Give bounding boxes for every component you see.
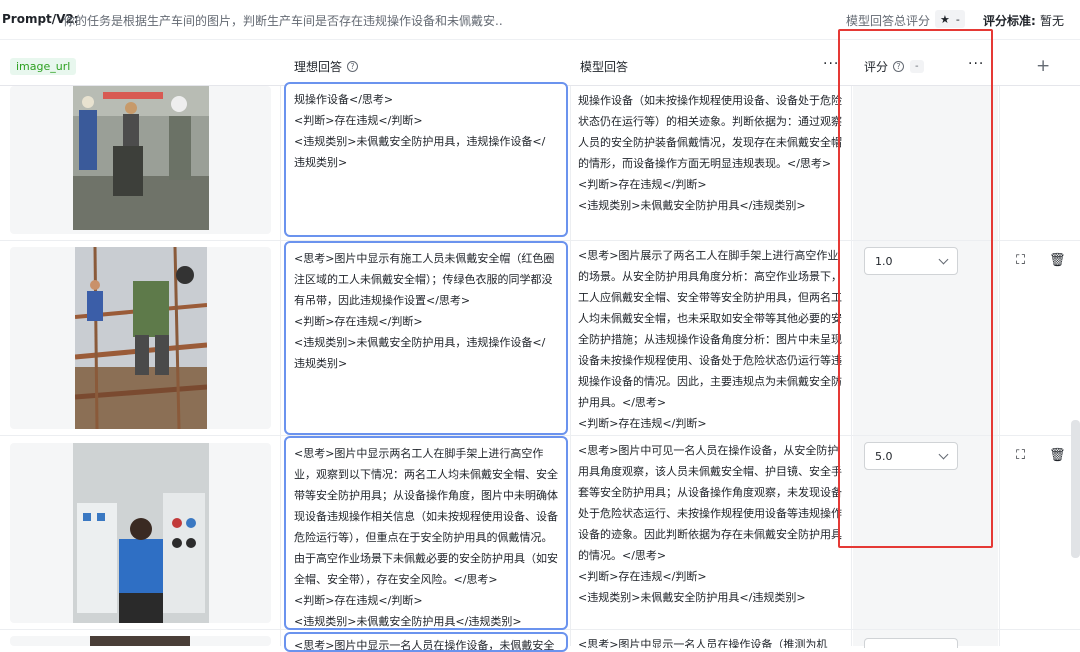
expand-icon[interactable]: ⛶ [1016,448,1025,463]
total-score-value: - [955,12,960,26]
chevron-down-icon [938,449,949,459]
prompt-text[interactable]: 你的任务是根据生产车间的图片，判断生产车间是否存在违规操作设备和未佩戴安... [63,12,503,29]
table-row: <思考>图片中显示有施工人员未佩戴安全帽（红色圈注区域的工人未佩戴安全帽）；传绿… [0,241,1080,436]
row-image[interactable] [10,443,271,623]
delete-icon[interactable]: 🗑 [1049,253,1066,268]
row-image[interactable] [10,636,271,646]
ideal-answer-cell[interactable]: <思考>图片中显示两名工人在脚手架上进行高空作业，观察到以下情况：两名工人均未佩… [284,436,568,630]
add-column-icon[interactable]: + [1036,46,1050,86]
table-header: image_url 理想回答 ? 模型回答 ··· 评分 ? - ··· + [0,46,1080,86]
vertical-scrollbar[interactable] [1071,420,1080,558]
table-row: 规操作设备</思考> <判断>存在违规</判断> <违规类别>未佩戴安全防护用具… [0,82,1080,241]
delete-icon[interactable]: 🗑 [1049,448,1066,463]
total-score-label: 模型回答总评分 [846,14,931,28]
row-image[interactable] [10,86,271,234]
ideal-answer-cell[interactable]: 规操作设备</思考> <判断>存在违规</判断> <违规类别>未佩戴安全防护用具… [284,82,568,237]
row-image[interactable] [10,247,271,429]
expand-icon[interactable]: ⛶ [1016,253,1025,268]
worker-photo [75,247,207,429]
total-score-chip[interactable]: ★ - [935,10,965,28]
model-answer-cell: <思考>图片中可见一名人员在操作设备，从安全防护用具角度观察，该人员未佩戴安全帽… [578,444,842,604]
worker-photo [73,86,209,230]
model-answer-cell: <思考>图片展示了两名工人在脚手架上进行高空作业的场景。从安全防护用具角度分析：… [578,249,842,430]
scoring-standard-value: 暂无 [1040,14,1065,28]
help-icon[interactable]: ? [347,60,359,72]
help-icon[interactable]: ? [893,60,905,72]
prompt-bar: Prompt/V2: 你的任务是根据生产车间的图片，判断生产车间是否存在违规操作… [0,0,1080,40]
model-column-more-icon[interactable]: ··· [823,56,839,72]
score-select[interactable]: 1.0 [864,247,958,275]
model-answer-cell: 规操作设备（如未按操作规程使用设备、设备处于危险状态仍在运行等）的相关迹象。判断… [578,94,842,212]
model-answer-cell: <思考>图片中显示一名人员在操作设备（推测为机 [578,638,828,648]
ideal-answer-header: 理想回答 [294,59,343,74]
score-cell[interactable] [853,86,998,240]
score-select-value: 5.0 [875,449,893,463]
chevron-down-icon [938,254,949,264]
worker-photo [73,443,209,623]
score-select-value: 1.0 [875,254,893,268]
star-icon: ★ [940,12,950,26]
scoring-standard-label: 评分标准: [983,14,1036,28]
col-model-answer[interactable]: 模型回答 [580,46,628,86]
table-row: <思考>图片中显示两名工人在脚手架上进行高空作业，观察到以下情况：两名工人均未佩… [0,436,1080,630]
score-column-more-icon[interactable]: ··· [968,56,984,72]
score-column-chip: - [910,59,924,73]
model-answer-header: 模型回答 [580,59,629,74]
ideal-answer-cell[interactable]: <思考>图片中显示一名人员在操作设备，未佩戴安全帽 [284,632,568,652]
score-select[interactable] [864,638,958,648]
table-row: <思考>图片中显示一名人员在操作设备，未佩戴安全帽 <思考>图片中显示一名人员在… [0,630,1080,652]
ideal-answer-cell[interactable]: <思考>图片中显示有施工人员未佩戴安全帽（红色圈注区域的工人未佩戴安全帽）；传绿… [284,241,568,435]
image-url-tag: image_url [10,57,77,75]
worker-photo [90,636,190,646]
score-header: 评分 [864,59,889,74]
col-score[interactable]: 评分 ? - [864,46,924,86]
score-select[interactable]: 5.0 [864,442,958,470]
col-image-url[interactable]: image_url [10,46,77,86]
col-ideal-answer[interactable]: 理想回答 ? [294,46,359,86]
